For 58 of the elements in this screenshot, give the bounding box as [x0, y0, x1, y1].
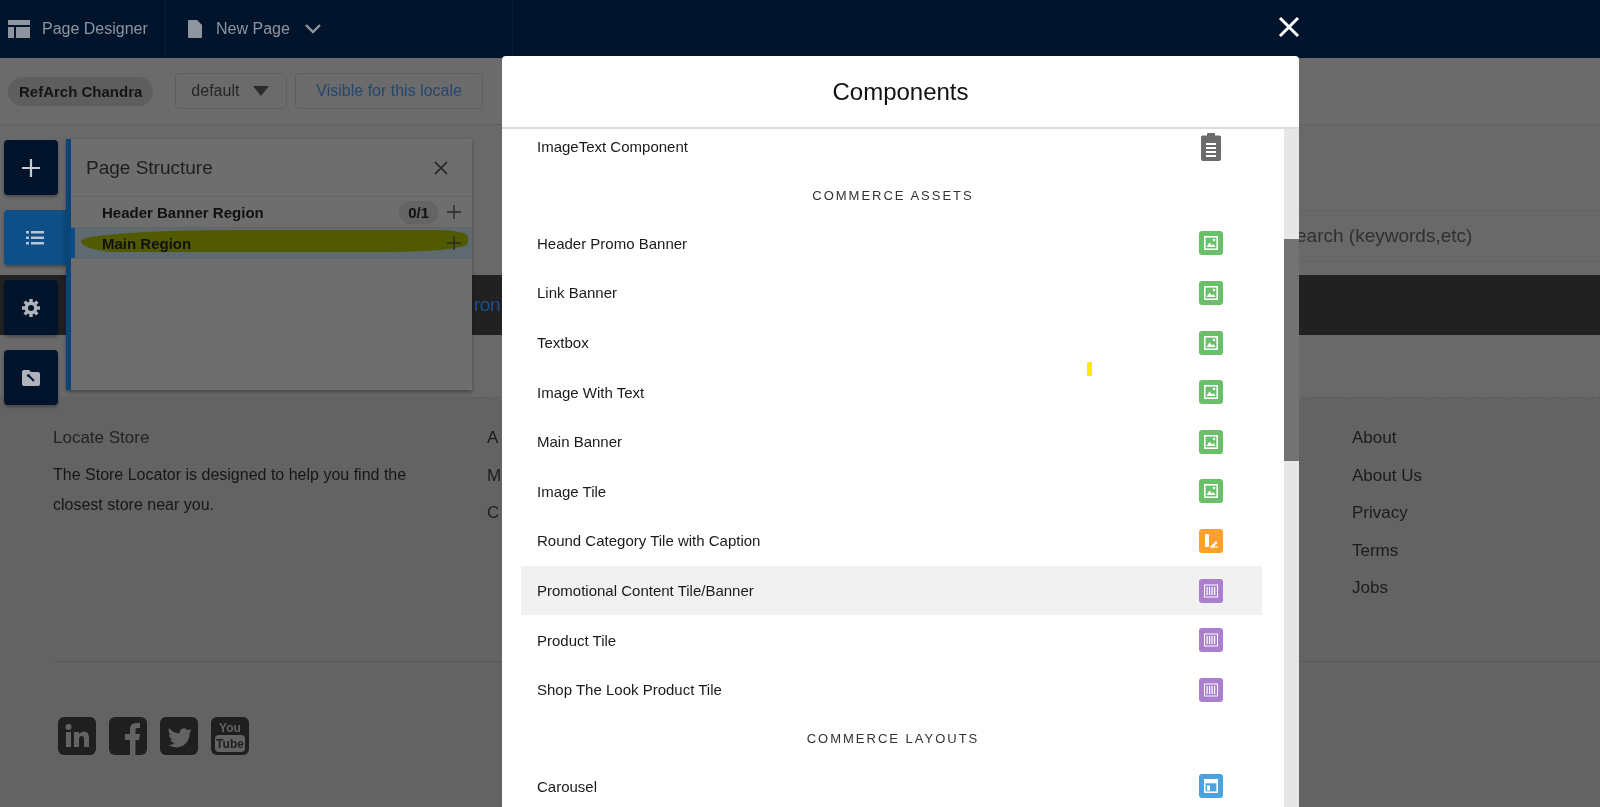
- tool-button[interactable]: [4, 140, 58, 195]
- tool-button[interactable]: [4, 350, 58, 405]
- component-item[interactable]: Carousel: [521, 761, 1262, 807]
- layout-icon: [8, 20, 30, 38]
- component-item[interactable]: Round Category Tile with Caption: [521, 516, 1262, 566]
- youtube-icon[interactable]: You Tube: [211, 717, 249, 755]
- user-badge: RefArch Chandra: [8, 76, 154, 106]
- document-icon: [188, 20, 202, 38]
- component-item[interactable]: Product Tile: [521, 615, 1262, 665]
- footer-link[interactable]: About: [1352, 419, 1397, 457]
- region-name: Header Banner Region: [102, 203, 265, 221]
- linkedin-icon[interactable]: [58, 717, 96, 755]
- chevron-down-icon[interactable]: [303, 23, 322, 35]
- footer-link[interactable]: Privacy: [1352, 494, 1408, 532]
- footer-link[interactable]: About Us: [1352, 456, 1422, 494]
- modal-title: Components: [502, 56, 1299, 129]
- close-icon: [1278, 16, 1300, 38]
- plus-icon[interactable]: [446, 204, 462, 220]
- panel-title: Page Structure: [86, 156, 213, 179]
- count-badge: 0/1: [399, 200, 438, 224]
- component-item[interactable]: Header Promo Banner: [521, 218, 1262, 269]
- component-item[interactable]: Link Banner: [521, 268, 1262, 318]
- locale-dropdown[interactable]: default: [175, 73, 288, 109]
- tool-button[interactable]: [4, 280, 58, 335]
- footer-heading: Locate Store: [53, 428, 151, 448]
- folder-wrench-icon: [22, 368, 40, 387]
- component-item[interactable]: Image Tile: [521, 466, 1262, 517]
- component-item[interactable]: Main Banner: [521, 416, 1262, 467]
- footer-link[interactable]: Jobs: [1352, 569, 1388, 607]
- section-heading: COMMERCE LAYOUTS: [805, 729, 981, 748]
- scrollbar[interactable]: [1284, 129, 1299, 807]
- facebook-icon[interactable]: [109, 717, 147, 755]
- close-icon[interactable]: [434, 160, 448, 175]
- region-row[interactable]: Main Region: [71, 228, 472, 259]
- plus-icon: [22, 158, 40, 177]
- component-item[interactable]: Shop The Look Product Tile: [521, 664, 1262, 715]
- footer-link[interactable]: M: [487, 456, 502, 494]
- page-name[interactable]: New Page: [216, 20, 290, 38]
- banner-link[interactable]: ron: [474, 294, 500, 316]
- plus-icon[interactable]: [446, 235, 462, 251]
- footer-text: The Store Locator is designed to help you find the closest store near you.: [53, 465, 408, 515]
- component-item[interactable]: Textbox: [521, 317, 1262, 368]
- component-item[interactable]: Image With Text: [521, 367, 1262, 417]
- footer-link[interactable]: C: [487, 494, 500, 532]
- footer-link[interactable]: A: [487, 419, 499, 457]
- close-button[interactable]: [1278, 16, 1300, 38]
- app-title: Page Designer: [42, 20, 148, 38]
- region-name: Main Region: [102, 234, 193, 252]
- component-item[interactable]: Promotional Content Tile/Banner: [521, 565, 1262, 616]
- tool-button[interactable]: [4, 210, 66, 265]
- list-icon: [26, 228, 44, 247]
- dropdown-arrow-icon: [253, 86, 270, 96]
- section-heading: COMMERCE ASSETS: [811, 186, 975, 205]
- settings-icon: [22, 298, 40, 317]
- bird-icon[interactable]: [160, 717, 198, 755]
- component-item[interactable]: ImageText Component: [521, 129, 1262, 172]
- footer-link[interactable]: Terms: [1352, 531, 1399, 569]
- highlighter-mark: [1087, 362, 1092, 376]
